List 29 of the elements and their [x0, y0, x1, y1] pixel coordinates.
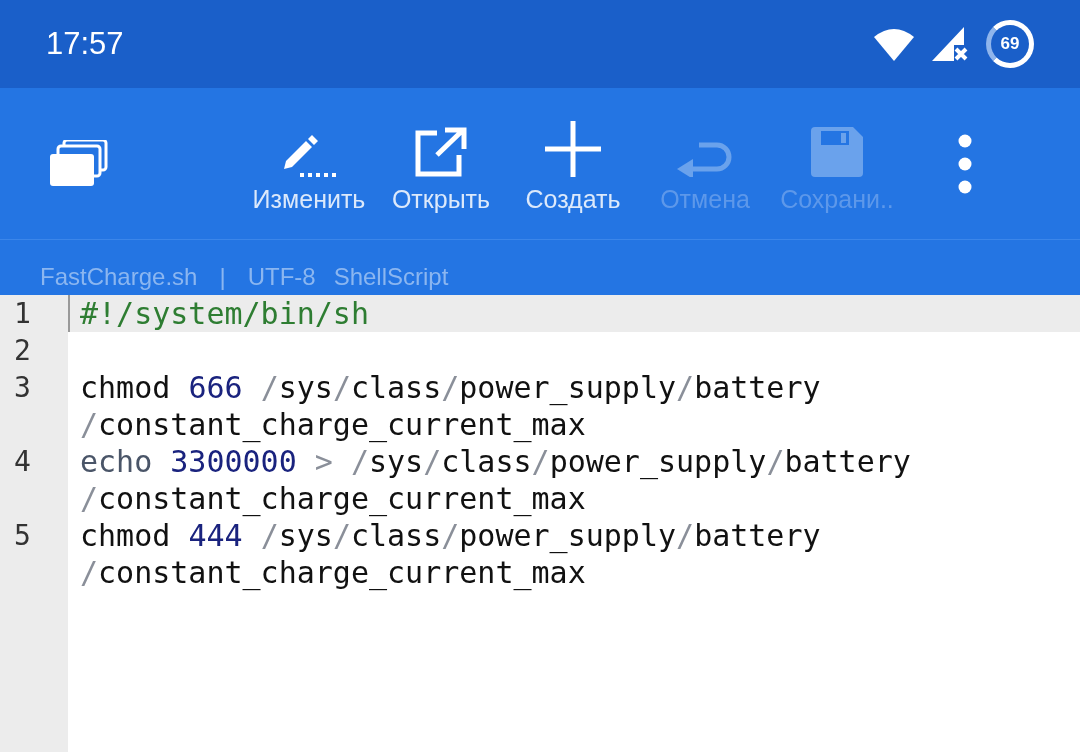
line-number: 5 — [13, 518, 32, 554]
battery-percent: 69 — [1000, 34, 1020, 54]
info-separator: | — [219, 263, 226, 291]
code-line: chmod 444 /sys/class/power_supply/battery — [80, 518, 821, 553]
line-number: 3 — [13, 370, 32, 406]
code-line: /constant_charge_current_max — [80, 555, 586, 590]
more-menu-icon[interactable] — [958, 133, 972, 194]
code-line: #!/system/bin/sh — [80, 296, 369, 331]
clock-time: 17:57 — [46, 26, 124, 62]
pencil-icon — [282, 132, 336, 177]
signal-icon — [932, 27, 968, 61]
stacked-windows-icon[interactable] — [50, 139, 108, 188]
plus-icon — [545, 120, 601, 177]
line-number: 1 — [13, 296, 32, 332]
file-name: FastCharge.sh — [40, 263, 198, 291]
toolbar-button[interactable]: Изменить — [248, 113, 370, 214]
open-external-icon — [415, 126, 467, 177]
line-number: 2 — [13, 333, 32, 369]
file-encoding: UTF-8 — [247, 263, 316, 291]
toolbar-button[interactable]: Создать — [512, 113, 634, 214]
wifi-icon — [874, 27, 914, 61]
code-line: /constant_charge_current_max — [80, 481, 586, 516]
line-number: 4 — [13, 444, 32, 480]
code-line: echo 3300000 > /sys/class/power_supply/battery — [80, 444, 911, 479]
toolbar-button[interactable]: Открыть — [380, 113, 502, 214]
code-line: chmod 666 /sys/class/power_supply/battery — [80, 370, 821, 405]
code-line: /constant_charge_current_max — [80, 407, 586, 442]
undo-arrow-icon — [677, 140, 733, 177]
file-syntax: ShellScript — [333, 263, 449, 291]
